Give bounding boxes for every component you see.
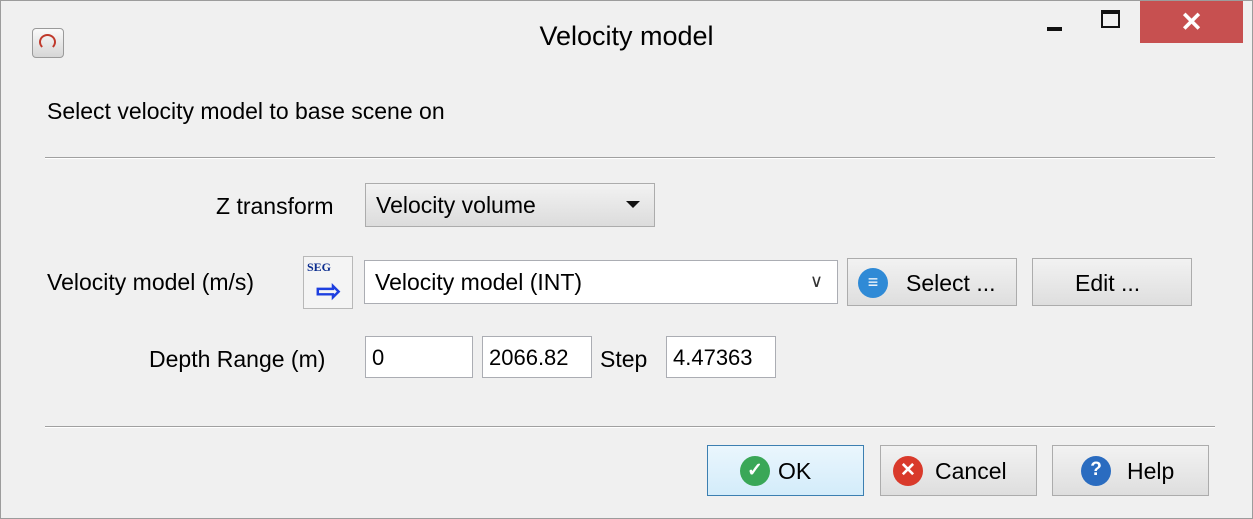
segy-import-icon: SEG — [307, 260, 332, 274]
minimize-icon — [1047, 27, 1062, 31]
ok-button-label: OK — [778, 458, 812, 484]
help-button-label: Help — [1127, 458, 1175, 484]
top-separator — [45, 157, 1215, 159]
dropdown-caret-icon — [626, 201, 640, 208]
velocity-model-dialog: Velocity model ✕ Select velocity model t… — [0, 0, 1253, 519]
edit-button-label: Edit ... — [1075, 270, 1141, 296]
help-icon: ? — [1081, 456, 1111, 486]
depth-stop-field[interactable]: 2066.82 — [482, 336, 592, 378]
bottom-separator — [45, 426, 1215, 428]
z-transform-label: Z transform — [216, 193, 334, 219]
maximize-button[interactable] — [1087, 1, 1131, 41]
chevron-down-icon: ∨ — [809, 271, 823, 291]
cancel-button[interactable]: ✕ Cancel — [880, 445, 1037, 496]
edit-button[interactable]: Edit ... — [1032, 258, 1192, 306]
depth-step-value: 4.47363 — [673, 345, 753, 370]
close-icon: ✕ — [1180, 7, 1203, 37]
maximize-icon — [1101, 10, 1120, 28]
depth-range-label: Depth Range (m) — [149, 346, 326, 372]
title-bar: Velocity model ✕ — [1, 1, 1252, 87]
check-icon: ✓ — [740, 456, 770, 486]
minimize-button[interactable] — [1033, 1, 1077, 41]
velocity-model-select[interactable]: Velocity model (INT) ∨ — [364, 260, 838, 304]
step-label: Step — [600, 346, 648, 372]
depth-stop-value: 2066.82 — [489, 345, 569, 370]
depth-start-value: 0 — [372, 345, 385, 370]
instruction-text: Select velocity model to base scene on — [47, 98, 445, 124]
select-button[interactable]: ≡ Select ... — [847, 258, 1017, 306]
z-transform-select[interactable]: Velocity volume — [365, 183, 655, 227]
velocity-model-label: Velocity model (m/s) — [47, 269, 255, 295]
velocity-model-value: Velocity model (INT) — [375, 269, 583, 295]
ok-button[interactable]: ✓ OK — [707, 445, 864, 496]
depth-start-field[interactable]: 0 — [365, 336, 473, 378]
z-transform-value: Velocity volume — [376, 192, 536, 218]
cancel-button-label: Cancel — [935, 458, 1007, 484]
cancel-icon: ✕ — [893, 456, 923, 486]
help-button[interactable]: ? Help — [1052, 445, 1209, 496]
depth-step-field[interactable]: 4.47363 — [666, 336, 776, 378]
close-button[interactable]: ✕ — [1140, 1, 1243, 43]
select-button-label: Select ... — [906, 270, 996, 296]
list-icon: ≡ — [858, 268, 888, 298]
segy-import-button[interactable]: SEG ⇨ — [303, 256, 353, 309]
